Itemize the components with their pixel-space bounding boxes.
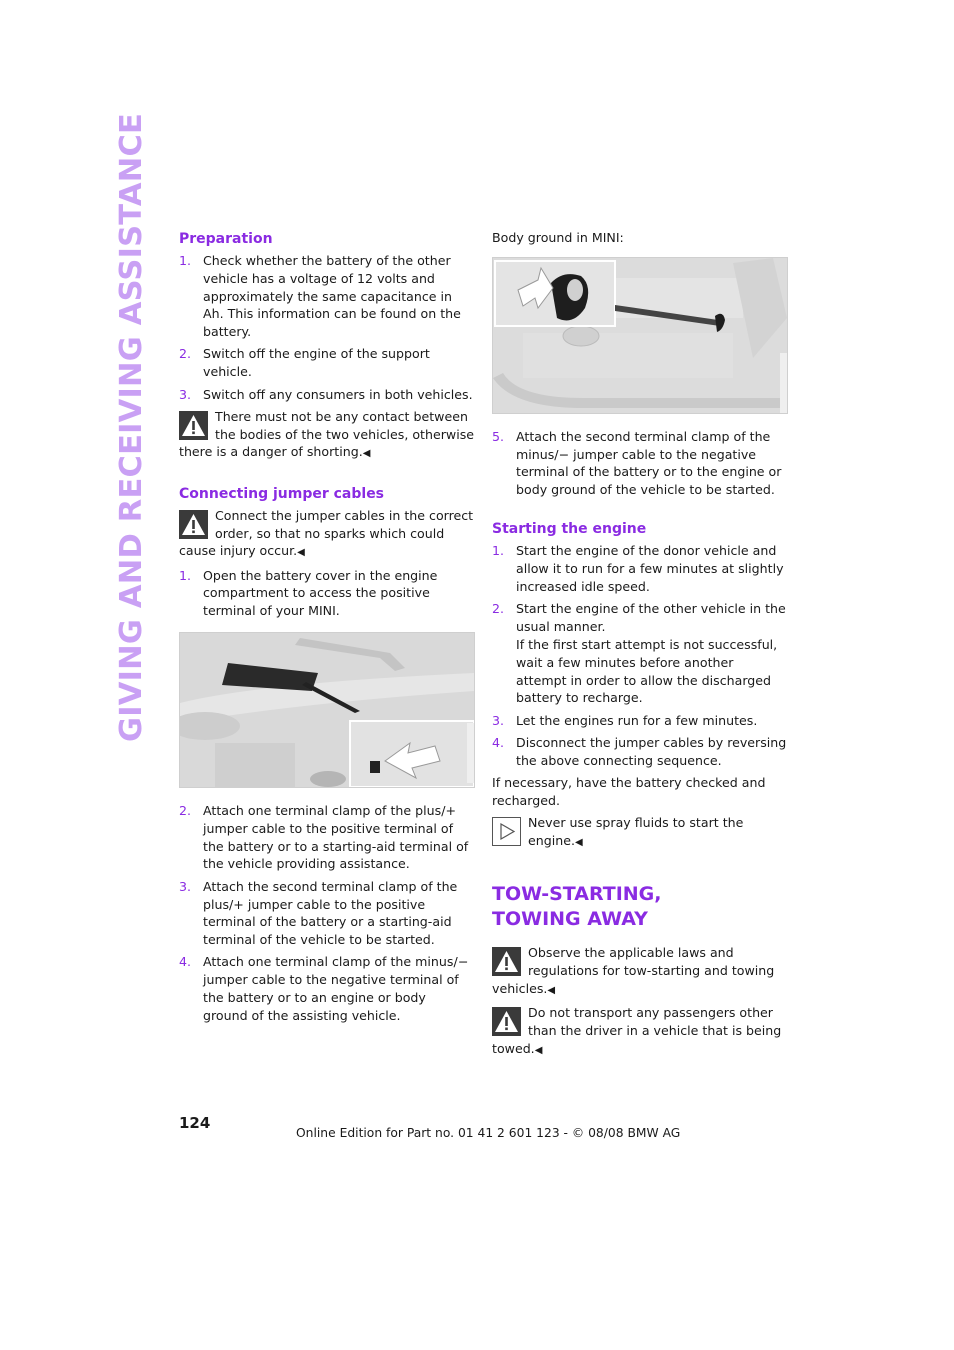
item-text: Attach the second terminal clamp of the … — [516, 428, 782, 498]
warning-triangle-icon — [179, 509, 208, 539]
item-number: 2. — [179, 346, 192, 362]
end-mark-icon: ◀ — [362, 448, 371, 460]
list-item: 3. Switch off any consumers in both vehic… — [179, 386, 474, 404]
preparation-list: 1. Check whether the battery of the other… — [179, 252, 474, 403]
item-text: Start the engine of the other vehicle in… — [516, 601, 786, 635]
warning-text: Observe the applicable laws and regulati… — [492, 945, 775, 996]
item-number: 5. — [492, 428, 505, 444]
warning-triangle-icon — [492, 947, 521, 977]
list-item: 3. Let the engines run for a few minutes. — [492, 712, 787, 730]
item-number: 3. — [179, 386, 192, 402]
item-text: Attach the second terminal clamp of the … — [203, 878, 458, 948]
heading-tow-starting: TOW-STARTING, TOWING AWAY — [492, 882, 787, 932]
warning-note: Do not transport any passengers other th… — [492, 1004, 787, 1059]
end-mark-icon: ◀ — [534, 1044, 543, 1056]
item-number: 1. — [179, 253, 192, 268]
battery-check-text: If necessary, have the battery checked a… — [492, 775, 766, 808]
tip-note: Never use spray fluids to start the engi… — [492, 814, 787, 852]
heading-preparation: Preparation — [179, 231, 273, 247]
item-text: Switch off any consumers in both vehicle… — [203, 386, 473, 402]
heading-starting-the-engine: Starting the engine — [492, 521, 647, 538]
warning-note: Observe the applicable laws and regulati… — [492, 944, 787, 999]
item-number: 2. — [492, 601, 505, 617]
item-text: Attach one terminal clamp of the minus/−… — [203, 954, 469, 1023]
heading-connecting-jumper-cables: Connecting jumper cables — [179, 485, 385, 502]
connecting-list-part2: 2. Attach one terminal clamp of the plus/… — [179, 802, 474, 1025]
starting-list: 1. Start the engine of the donor vehicle … — [492, 542, 787, 769]
item-text: Open the battery cover in the engine com… — [203, 567, 438, 619]
list-item: 2. Attach one terminal clamp of the plus/… — [179, 802, 474, 873]
warning-note: Connect the jumper cables in the correct… — [179, 507, 474, 562]
list-item: 1. Check whether the battery of the other… — [179, 252, 474, 341]
list-item: 2. Start the engine of the other vehicle … — [492, 600, 787, 707]
item-text: Attach one terminal clamp of the plus/+ … — [203, 803, 469, 872]
left-column: Preparation 1. Check whether the battery … — [179, 229, 475, 1029]
warning-triangle-icon — [492, 1007, 521, 1037]
body-ground-figure — [492, 256, 788, 414]
item-extra-text: If the first start attempt is not succes… — [516, 636, 778, 706]
item-number: 1. — [492, 543, 505, 559]
list-item: 2. Switch off the engine of the support v… — [179, 345, 474, 381]
chapter-title-text: GIVING AND RECEIVING ASSISTANCE — [114, 112, 149, 742]
end-mark-icon: ◀ — [574, 836, 583, 848]
battery-cover-figure — [179, 632, 475, 789]
item-number: 4. — [492, 734, 505, 750]
warning-triangle-icon — [179, 410, 208, 440]
item-text: Check whether the battery of the other v… — [203, 253, 461, 340]
item-text: Disconnect the jumper cables by reversin… — [516, 734, 787, 768]
warning-note: There must not be any contact between th… — [179, 408, 474, 463]
item-number: 3. — [492, 712, 505, 728]
list-item: 4. Disconnect the jumper cables by revers… — [492, 734, 787, 770]
end-mark-icon: ◀ — [547, 984, 556, 996]
warning-text: There must not be any contact between th… — [179, 408, 475, 460]
item-number: 1. — [179, 567, 192, 583]
item-number: 4. — [179, 954, 192, 970]
tip-play-icon — [492, 817, 521, 847]
list-item: 4. Attach one terminal clamp of the minus… — [179, 953, 474, 1024]
list-item: 1. Open the battery cover in the engine c… — [179, 567, 474, 620]
heading-line-1: TOW-STARTING, — [492, 883, 662, 906]
item-text: Switch off the engine of the support veh… — [203, 346, 430, 380]
list-item: 3. Attach the second terminal clamp of th… — [179, 878, 474, 949]
item-text: Start the engine of the donor vehicle an… — [516, 543, 784, 595]
warning-text: Connect the jumper cables in the correct… — [179, 507, 474, 559]
list-item: 1. Start the engine of the donor vehicle … — [492, 542, 787, 595]
item-number: 2. — [179, 803, 192, 819]
page-number: 124 — [179, 1114, 211, 1132]
end-mark-icon: ◀ — [297, 547, 305, 559]
item-number: 3. — [179, 878, 192, 894]
body-ground-label: Body ground in MINI: — [492, 230, 624, 245]
list-item: 5. Attach the second terminal clamp of th… — [492, 428, 787, 499]
item-text: Let the engines run for a few minutes. — [516, 712, 758, 728]
connecting-list-part3: 5. Attach the second terminal clamp of th… — [492, 428, 787, 499]
chapter-title-vertical: GIVING AND RECEIVING ASSISTANCE — [112, 113, 152, 742]
connecting-list-part1: 1. Open the battery cover in the engine c… — [179, 567, 474, 620]
right-column: Body ground in MINI: 5. Attach the second… — [492, 229, 788, 1064]
heading-line-2: TOWING AWAY — [492, 908, 648, 931]
tip-text: Never use spray fluids to start the engi… — [528, 815, 744, 848]
footer-edition-text: Online Edition for Part no. 01 41 2 601 … — [296, 1126, 681, 1140]
